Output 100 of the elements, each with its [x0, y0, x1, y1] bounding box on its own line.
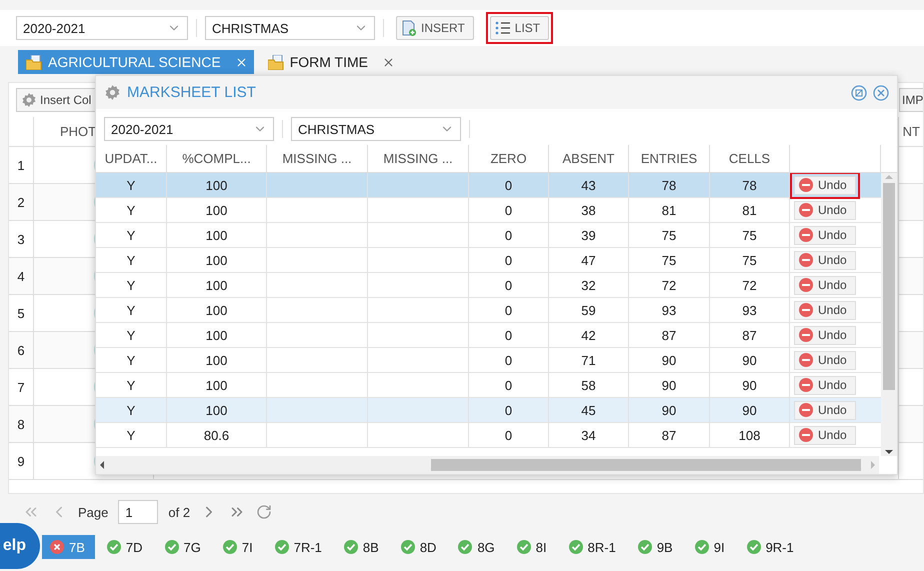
minus-circle-icon — [799, 378, 813, 392]
minus-circle-icon — [799, 253, 813, 267]
table-cell: Y — [96, 298, 167, 322]
term-select[interactable]: CHRISTMAS — [205, 16, 375, 40]
table-cell: 100 — [167, 198, 267, 222]
table-cell: 87 — [710, 323, 790, 347]
table-row[interactable]: Y 100 0 47 75 75 Undo — [96, 248, 881, 273]
class-tab[interactable]: 7D — [98, 535, 153, 559]
undo-button[interactable]: Undo — [794, 426, 856, 444]
close-icon[interactable] — [873, 84, 889, 100]
minus-circle-icon — [799, 228, 813, 242]
table-cell: Y — [96, 198, 167, 222]
table-row[interactable]: Y 100 0 43 78 78 Undo — [96, 173, 881, 198]
check-circle-icon — [222, 540, 237, 554]
table-cell: Y — [96, 373, 167, 397]
undo-button[interactable]: Undo — [794, 350, 856, 370]
row-number: 3 — [9, 221, 34, 257]
column-header: ZERO — [469, 145, 549, 172]
table-cell: Y — [96, 348, 167, 372]
undo-button[interactable]: Undo — [794, 226, 856, 244]
table-cell: 0 — [469, 223, 549, 247]
class-tab[interactable]: 8B — [336, 535, 389, 559]
horizontal-scrollbar[interactable] — [96, 456, 879, 474]
minus-circle-icon — [799, 178, 813, 192]
table-row[interactable]: Y 80.6 0 34 87 108 Undo — [96, 423, 881, 448]
class-tab[interactable]: 8D — [392, 535, 446, 559]
table-cell: 100 — [167, 248, 267, 272]
gear-icon — [21, 92, 37, 108]
table-cell: 93 — [710, 298, 790, 322]
table-cell: 100 — [167, 398, 267, 422]
close-icon[interactable] — [382, 56, 395, 68]
table-cell: 81 — [629, 198, 710, 222]
undo-button[interactable]: Undo — [794, 376, 856, 394]
table-cell: 100 — [167, 348, 267, 372]
close-icon[interactable] — [234, 56, 248, 68]
undo-button[interactable]: Undo — [794, 176, 856, 194]
minus-circle-icon — [799, 203, 813, 217]
minus-circle-icon — [799, 278, 813, 292]
table-cell: 0 — [469, 248, 549, 272]
table-cell: 0 — [469, 373, 549, 397]
check-circle-icon — [164, 540, 179, 554]
restore-icon[interactable] — [851, 84, 867, 100]
table-cell: 0 — [469, 398, 549, 422]
table-cell: 72 — [710, 273, 790, 297]
table-row[interactable]: Y 100 0 39 75 75 Undo — [96, 223, 881, 248]
class-tab[interactable]: 7R-1 — [266, 535, 332, 559]
table-row[interactable]: Y 100 0 58 90 90 Undo — [96, 373, 881, 398]
refresh-icon[interactable] — [256, 504, 272, 520]
import-button[interactable]: IMP — [899, 88, 923, 112]
column-header: UPDAT... — [96, 145, 167, 172]
check-circle-icon — [568, 540, 583, 554]
table-cell: Y — [96, 173, 167, 197]
year-select[interactable]: 2020-2021 — [104, 117, 274, 141]
column-header: MISSING ... — [368, 145, 469, 172]
column-header: %COMPL... — [167, 145, 267, 172]
table-cell: 0 — [469, 198, 549, 222]
insert-column-button[interactable]: Insert Col — [16, 88, 96, 112]
table-row[interactable]: Y 100 0 45 90 90 Undo — [96, 398, 881, 423]
undo-button[interactable]: Undo — [794, 300, 856, 320]
vertical-scrollbar[interactable] — [881, 173, 897, 456]
undo-button[interactable]: Undo — [794, 326, 856, 344]
table-cell: Y — [96, 423, 167, 447]
table-row[interactable]: Y 100 0 59 93 93 Undo — [96, 298, 881, 323]
table-cell: 87 — [629, 423, 710, 447]
table-row[interactable]: Y 100 0 32 72 72 Undo — [96, 273, 881, 298]
undo-button[interactable]: Undo — [794, 276, 856, 294]
table-row[interactable]: Y 100 0 42 87 87 Undo — [96, 323, 881, 348]
class-tab[interactable]: 9R-1 — [738, 535, 804, 559]
table-cell: 58 — [549, 373, 629, 397]
class-tab[interactable]: 7G — [156, 535, 211, 559]
year-select[interactable]: 2020-2021 — [16, 16, 188, 40]
class-tab[interactable]: 8I — [508, 535, 557, 559]
class-tab[interactable]: 8R-1 — [560, 535, 626, 559]
undo-button[interactable]: Undo — [794, 200, 856, 220]
column-header: MISSING ... — [267, 145, 368, 172]
class-tab[interactable]: 8G — [450, 535, 505, 559]
table-cell: 90 — [629, 398, 710, 422]
undo-button[interactable]: Undo — [794, 250, 856, 270]
page-input[interactable]: 1 — [118, 500, 158, 524]
table-cell: 108 — [710, 423, 790, 447]
class-tab[interactable]: 9B — [630, 535, 683, 559]
table-row[interactable]: Y 100 0 71 90 90 Undo — [96, 348, 881, 373]
table-row[interactable]: Y 100 0 38 81 81 Undo — [96, 198, 881, 223]
table-cell: Y — [96, 273, 167, 297]
table-cell: 80.6 — [167, 423, 267, 447]
term-select[interactable]: CHRISTMAS — [291, 117, 461, 141]
table-cell: 90 — [710, 398, 790, 422]
table-cell: 71 — [549, 348, 629, 372]
class-tab[interactable]: 7I — [214, 535, 263, 559]
table-cell: 75 — [629, 248, 710, 272]
list-button[interactable]: LIST — [490, 16, 550, 40]
subject-tab[interactable]: FORM TIME — [260, 50, 401, 74]
gear-icon — [104, 84, 121, 101]
insert-button[interactable]: INSERT — [396, 16, 474, 40]
help-button[interactable]: elp — [0, 523, 40, 569]
class-tab[interactable]: 9I — [686, 535, 735, 559]
table-cell: 32 — [549, 273, 629, 297]
page-label: Page — [78, 504, 108, 520]
table-cell: 90 — [629, 373, 710, 397]
undo-button[interactable]: Undo — [794, 400, 856, 420]
